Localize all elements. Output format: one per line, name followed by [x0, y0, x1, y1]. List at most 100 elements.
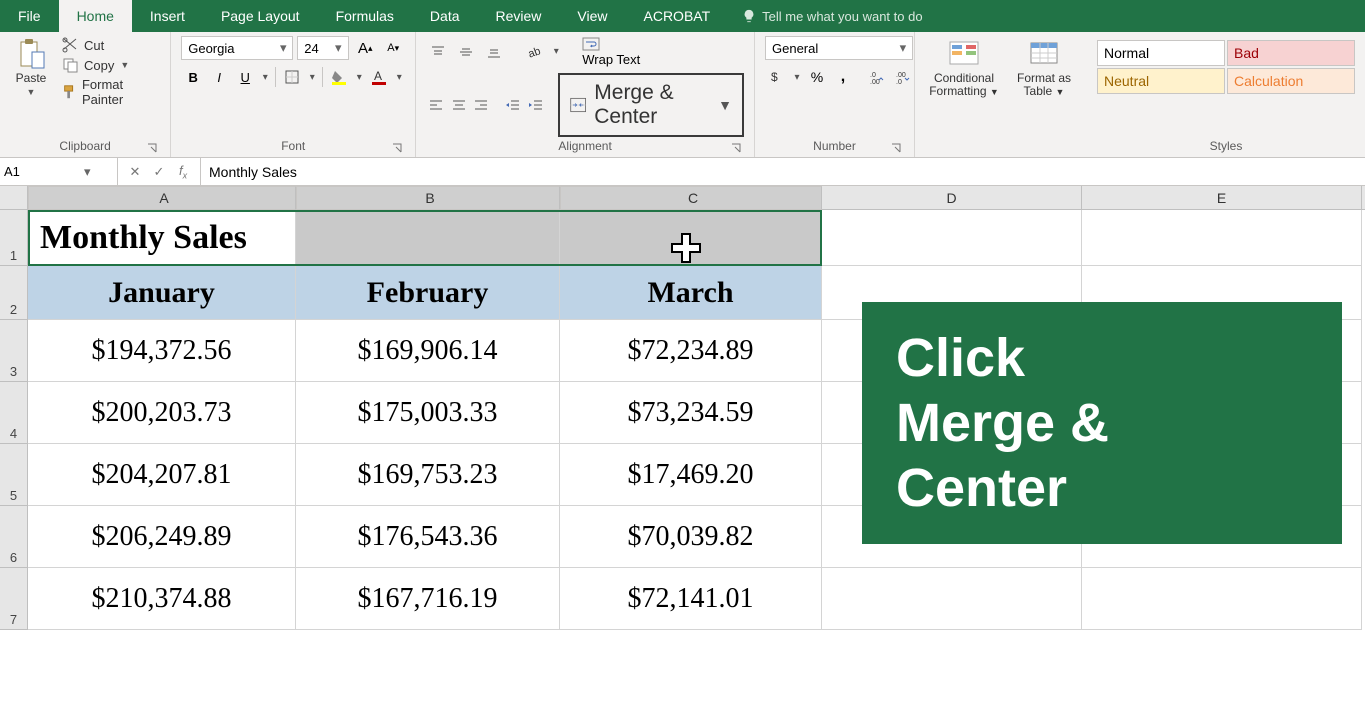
- number-format-input[interactable]: [772, 41, 896, 56]
- conditional-formatting-button[interactable]: Conditional Formatting ▼: [925, 36, 1003, 100]
- cell-b4[interactable]: $175,003.33: [296, 382, 560, 444]
- row-header-2[interactable]: 2: [0, 266, 28, 320]
- align-left-button[interactable]: [426, 94, 445, 116]
- font-size-input[interactable]: [304, 41, 330, 56]
- chevron-down-icon[interactable]: ▾: [330, 40, 346, 56]
- select-all-corner[interactable]: [0, 186, 28, 209]
- format-painter-button[interactable]: Format Painter: [60, 76, 160, 108]
- tab-home[interactable]: Home: [59, 0, 132, 32]
- cell-a2[interactable]: January: [28, 266, 296, 320]
- name-box-input[interactable]: [4, 164, 84, 179]
- tab-review[interactable]: Review: [478, 0, 560, 32]
- cell-c1[interactable]: [560, 210, 822, 266]
- cell-c5[interactable]: $17,469.20: [560, 444, 822, 506]
- orientation-button[interactable]: ab: [522, 41, 546, 63]
- col-header-b[interactable]: B: [296, 186, 560, 210]
- row-header-6[interactable]: 6: [0, 506, 28, 568]
- cell-e1[interactable]: [1082, 210, 1362, 266]
- tab-view[interactable]: View: [559, 0, 625, 32]
- font-color-dropdown[interactable]: ▾: [393, 72, 405, 83]
- align-bottom-button[interactable]: [482, 41, 506, 63]
- row-header-5[interactable]: 5: [0, 444, 28, 506]
- cell-b1[interactable]: [296, 210, 560, 266]
- tell-me-search[interactable]: Tell me what you want to do: [728, 0, 936, 32]
- enter-formula-button[interactable]: ✓: [148, 161, 170, 183]
- style-calculation[interactable]: Calculation: [1227, 68, 1355, 94]
- align-center-button[interactable]: [449, 94, 468, 116]
- name-box[interactable]: ▾: [0, 158, 118, 185]
- increase-decimal-button[interactable]: .0.00: [865, 66, 889, 88]
- cell-a3[interactable]: $194,372.56: [28, 320, 296, 382]
- chevron-down-icon[interactable]: ▾: [276, 40, 290, 56]
- font-color-button[interactable]: A: [367, 66, 391, 88]
- fill-color-dropdown[interactable]: ▾: [353, 72, 365, 83]
- number-format-select[interactable]: ▾: [765, 36, 913, 60]
- cell-a7[interactable]: $210,374.88: [28, 568, 296, 630]
- cell-a4[interactable]: $200,203.73: [28, 382, 296, 444]
- orientation-dropdown[interactable]: ▾: [550, 46, 562, 57]
- cell-b2[interactable]: February: [296, 266, 560, 320]
- format-as-table-button[interactable]: Format as Table ▼: [1011, 36, 1077, 100]
- align-middle-button[interactable]: [454, 41, 478, 63]
- cancel-formula-button[interactable]: ✕: [124, 161, 146, 183]
- align-top-button[interactable]: [426, 41, 450, 63]
- increase-font-button[interactable]: A▴: [353, 37, 377, 59]
- cell-b5[interactable]: $169,753.23: [296, 444, 560, 506]
- row-header-3[interactable]: 3: [0, 320, 28, 382]
- col-header-d[interactable]: D: [822, 186, 1082, 209]
- row-header-4[interactable]: 4: [0, 382, 28, 444]
- cell-a6[interactable]: $206,249.89: [28, 506, 296, 568]
- tab-data[interactable]: Data: [412, 0, 478, 32]
- tab-insert[interactable]: Insert: [132, 0, 203, 32]
- cell-b3[interactable]: $169,906.14: [296, 320, 560, 382]
- cell-a5[interactable]: $204,207.81: [28, 444, 296, 506]
- tab-file[interactable]: File: [0, 0, 59, 32]
- cell-a1[interactable]: Monthly Sales: [28, 210, 296, 266]
- percent-button[interactable]: %: [805, 66, 829, 88]
- italic-button[interactable]: I: [207, 66, 231, 88]
- increase-indent-button[interactable]: [526, 94, 545, 116]
- align-right-button[interactable]: [472, 94, 491, 116]
- cell-c6[interactable]: $70,039.82: [560, 506, 822, 568]
- cut-button[interactable]: Cut: [60, 36, 160, 54]
- accounting-format-button[interactable]: $: [765, 66, 789, 88]
- decrease-decimal-button[interactable]: .00.0: [891, 66, 915, 88]
- number-launcher[interactable]: [890, 142, 902, 154]
- font-name-input[interactable]: [188, 41, 276, 56]
- fx-button[interactable]: fx: [172, 161, 194, 183]
- cell-c7[interactable]: $72,141.01: [560, 568, 822, 630]
- paste-button[interactable]: Paste ▼: [10, 36, 52, 99]
- row-header-1[interactable]: 1: [0, 210, 28, 266]
- alignment-launcher[interactable]: [730, 142, 742, 154]
- cell-c3[interactable]: $72,234.89: [560, 320, 822, 382]
- borders-button[interactable]: [280, 66, 304, 88]
- cell-c4[interactable]: $73,234.59: [560, 382, 822, 444]
- chevron-down-icon[interactable]: ▾: [84, 164, 91, 180]
- style-bad[interactable]: Bad: [1227, 40, 1355, 66]
- merge-center-dropdown[interactable]: ▼: [712, 97, 732, 113]
- wrap-text-button[interactable]: Wrap Text: [582, 36, 640, 67]
- tab-acrobat[interactable]: ACROBAT: [626, 0, 729, 32]
- copy-button[interactable]: Copy ▼: [60, 56, 160, 74]
- merge-center-button[interactable]: Merge & Center ▼: [558, 73, 744, 137]
- cell-e7[interactable]: [1082, 568, 1362, 630]
- comma-button[interactable]: ,: [831, 66, 855, 88]
- accounting-dropdown[interactable]: ▾: [791, 72, 803, 83]
- cell-b6[interactable]: $176,543.36: [296, 506, 560, 568]
- col-header-c[interactable]: C: [560, 186, 822, 210]
- col-header-a[interactable]: A: [28, 186, 296, 210]
- row-header-7[interactable]: 7: [0, 568, 28, 630]
- formula-input[interactable]: [209, 164, 1357, 180]
- decrease-font-button[interactable]: A▾: [381, 37, 405, 59]
- style-neutral[interactable]: Neutral: [1097, 68, 1225, 94]
- underline-button[interactable]: U: [233, 66, 257, 88]
- borders-dropdown[interactable]: ▾: [306, 72, 318, 83]
- cell-d1[interactable]: [822, 210, 1082, 266]
- cell-b7[interactable]: $167,716.19: [296, 568, 560, 630]
- underline-dropdown[interactable]: ▾: [259, 72, 271, 83]
- tab-formulas[interactable]: Formulas: [318, 0, 412, 32]
- chevron-down-icon[interactable]: ▾: [896, 40, 910, 56]
- fill-color-button[interactable]: [327, 66, 351, 88]
- decrease-indent-button[interactable]: [504, 94, 523, 116]
- clipboard-launcher[interactable]: [146, 142, 158, 154]
